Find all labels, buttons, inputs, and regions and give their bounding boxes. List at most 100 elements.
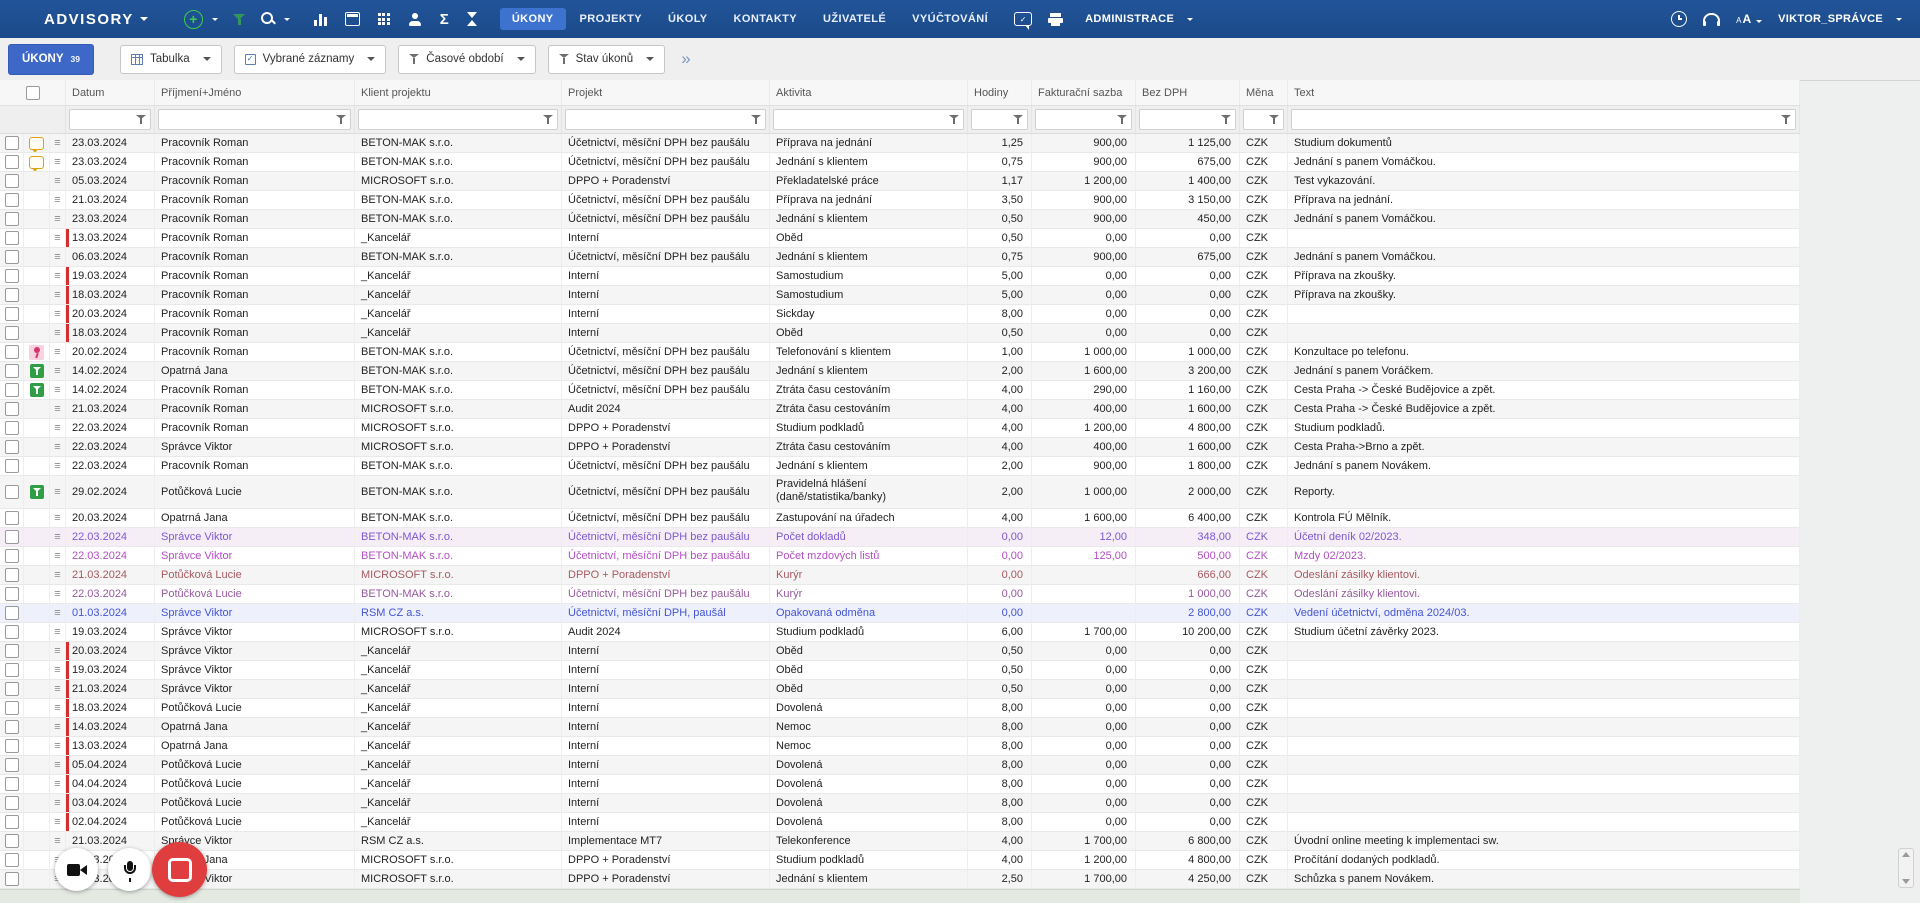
table-row[interactable]: ≡01.03.2024Správce ViktorRSM CZ a.s.Účet… bbox=[0, 604, 1800, 623]
row-checkbox[interactable] bbox=[5, 485, 19, 499]
table-row[interactable]: ≡20.03.2024Pracovník Roman_KancelářInter… bbox=[0, 305, 1800, 324]
row-checkbox[interactable] bbox=[5, 549, 19, 563]
row-menu-icon[interactable]: ≡ bbox=[50, 305, 66, 323]
row-checkbox[interactable] bbox=[5, 872, 19, 886]
row-checkbox[interactable] bbox=[5, 459, 19, 473]
row-checkbox[interactable] bbox=[5, 682, 19, 696]
filter-input-net[interactable] bbox=[1139, 109, 1236, 130]
row-checkbox[interactable] bbox=[5, 777, 19, 791]
row-checkbox[interactable] bbox=[5, 796, 19, 810]
row-checkbox[interactable] bbox=[5, 739, 19, 753]
row-checkbox[interactable] bbox=[5, 326, 19, 340]
row-checkbox[interactable] bbox=[5, 440, 19, 454]
table-row[interactable]: ≡20.03.2024Opatrná JanaMICROSOFT s.r.o.D… bbox=[0, 851, 1800, 870]
table-row[interactable]: ≡19.03.2024Správce Viktor_KancelářIntern… bbox=[0, 661, 1800, 680]
table-row[interactable]: ≡22.03.2024Pracovník RomanMICROSOFT s.r.… bbox=[0, 419, 1800, 438]
flag-icon[interactable] bbox=[30, 383, 44, 397]
sum-icon[interactable]: Σ bbox=[440, 12, 449, 27]
table-row[interactable]: ≡22.03.2024Potůčková LucieBETON-MAK s.r.… bbox=[0, 585, 1800, 604]
row-menu-icon[interactable]: ≡ bbox=[50, 699, 66, 717]
stop-recording-button[interactable] bbox=[152, 842, 207, 897]
row-menu-icon[interactable]: ≡ bbox=[50, 528, 66, 546]
row-menu-icon[interactable]: ≡ bbox=[50, 134, 66, 152]
table-row[interactable]: ≡23.03.2024Pracovník RomanBETON-MAK s.r.… bbox=[0, 134, 1800, 153]
table-row[interactable]: ≡18.03.2024Pracovník Roman_KancelářInter… bbox=[0, 324, 1800, 343]
row-checkbox[interactable] bbox=[5, 853, 19, 867]
row-checkbox[interactable] bbox=[5, 364, 19, 378]
row-checkbox[interactable] bbox=[5, 701, 19, 715]
row-menu-icon[interactable]: ≡ bbox=[50, 191, 66, 209]
table-row[interactable]: ≡22.03.2024Pracovník RomanBETON-MAK s.r.… bbox=[0, 457, 1800, 476]
column-header-text[interactable]: Text bbox=[1288, 80, 1800, 105]
table-row[interactable]: ≡21.03.2024Pracovník RomanBETON-MAK s.r.… bbox=[0, 191, 1800, 210]
pin-icon[interactable] bbox=[29, 345, 44, 360]
row-checkbox[interactable] bbox=[5, 421, 19, 435]
nav-item-projekty[interactable]: PROJEKTY bbox=[568, 8, 655, 30]
row-checkbox[interactable] bbox=[5, 587, 19, 601]
table-row[interactable]: ≡21.03.2024Správce ViktorRSM CZ a.s.Impl… bbox=[0, 832, 1800, 851]
row-menu-icon[interactable]: ≡ bbox=[50, 794, 66, 812]
row-menu-icon[interactable]: ≡ bbox=[50, 813, 66, 831]
table-row[interactable]: ≡14.03.2024Opatrná Jana_KancelářInterníN… bbox=[0, 718, 1800, 737]
quick-filter-icon[interactable] bbox=[233, 13, 246, 26]
row-menu-icon[interactable]: ≡ bbox=[50, 604, 66, 622]
vybran-z-znamy-button[interactable]: ✓Vybrané záznamy bbox=[234, 45, 387, 74]
row-checkbox[interactable] bbox=[5, 402, 19, 416]
table-row[interactable]: ≡21.03.2024Potůčková LucieMICROSOFT s.r.… bbox=[0, 566, 1800, 585]
row-menu-icon[interactable]: ≡ bbox=[50, 172, 66, 190]
table-row[interactable]: ≡18.03.2024Pracovník Roman_KancelářInter… bbox=[0, 286, 1800, 305]
row-menu-icon[interactable]: ≡ bbox=[50, 756, 66, 774]
table-row[interactable]: ≡05.03.2024Pracovník RomanMICROSOFT s.r.… bbox=[0, 172, 1800, 191]
row-checkbox[interactable] bbox=[5, 834, 19, 848]
row-checkbox[interactable] bbox=[5, 758, 19, 772]
row-checkbox[interactable] bbox=[5, 288, 19, 302]
table-row[interactable]: ≡02.04.2024Potůčková Lucie_KancelářInter… bbox=[0, 813, 1800, 832]
table-row[interactable]: ≡22.03.2024Správce ViktorBETON-MAK s.r.o… bbox=[0, 528, 1800, 547]
row-checkbox[interactable] bbox=[5, 815, 19, 829]
table-row[interactable]: ≡05.04.2024Potůčková Lucie_KancelářInter… bbox=[0, 756, 1800, 775]
row-menu-icon[interactable]: ≡ bbox=[50, 642, 66, 660]
table-row[interactable]: ≡13.03.2024Opatrná Jana_KancelářInterníN… bbox=[0, 737, 1800, 756]
ukony-view-button[interactable]: ÚKONY 39 bbox=[8, 44, 94, 75]
table-row[interactable]: ≡14.02.2024Pracovník RomanBETON-MAK s.r.… bbox=[0, 381, 1800, 400]
row-menu-icon[interactable]: ≡ bbox=[50, 547, 66, 565]
select-all-checkbox[interactable] bbox=[26, 86, 40, 100]
filter-input-activity[interactable] bbox=[773, 109, 964, 130]
row-checkbox[interactable] bbox=[5, 568, 19, 582]
row-checkbox[interactable] bbox=[5, 345, 19, 359]
filter-input-project[interactable] bbox=[565, 109, 766, 130]
table-row[interactable]: ≡22.03.2024Správce ViktorMICROSOFT s.r.o… bbox=[0, 438, 1800, 457]
table-row[interactable]: ≡19.03.2024Pracovník Roman_KancelářInter… bbox=[0, 267, 1800, 286]
row-checkbox[interactable] bbox=[5, 155, 19, 169]
row-checkbox[interactable] bbox=[5, 383, 19, 397]
row-menu-icon[interactable]: ≡ bbox=[50, 400, 66, 418]
row-menu-icon[interactable]: ≡ bbox=[50, 737, 66, 755]
filter-input-client[interactable] bbox=[358, 109, 558, 130]
search-button[interactable] bbox=[261, 12, 290, 26]
row-menu-icon[interactable]: ≡ bbox=[50, 343, 66, 361]
row-menu-icon[interactable]: ≡ bbox=[50, 509, 66, 527]
column-header-date[interactable]: Datum bbox=[66, 80, 155, 105]
row-menu-icon[interactable]: ≡ bbox=[50, 153, 66, 171]
row-menu-icon[interactable]: ≡ bbox=[50, 267, 66, 285]
row-checkbox[interactable] bbox=[5, 136, 19, 150]
table-row[interactable]: ≡29.02.2024Potůčková LucieBETON-MAK s.r.… bbox=[0, 476, 1800, 509]
font-size-switcher[interactable]: A A bbox=[1736, 12, 1762, 26]
microphone-button[interactable] bbox=[108, 848, 151, 891]
row-checkbox[interactable] bbox=[5, 511, 19, 525]
row-checkbox[interactable] bbox=[5, 625, 19, 639]
nav-item-vy-tov-n-[interactable]: VYÚČTOVÁNÍ bbox=[900, 8, 1000, 30]
contacts-icon[interactable] bbox=[408, 13, 422, 26]
column-header-name[interactable]: Příjmení+Jméno bbox=[155, 80, 355, 105]
row-menu-icon[interactable]: ≡ bbox=[50, 566, 66, 584]
row-menu-icon[interactable]: ≡ bbox=[50, 775, 66, 793]
column-header-cur[interactable]: Měna bbox=[1240, 80, 1288, 105]
column-header-net[interactable]: Bez DPH bbox=[1136, 80, 1240, 105]
scroll-widget[interactable] bbox=[1898, 848, 1914, 888]
row-checkbox[interactable] bbox=[5, 269, 19, 283]
nav-item-administrace[interactable]: ADMINISTRACE bbox=[1085, 13, 1193, 25]
more-filters-button[interactable]: » bbox=[681, 49, 688, 69]
table-row[interactable]: ≡20.03.2024Správce Viktor_KancelářIntern… bbox=[0, 642, 1800, 661]
table-row[interactable]: ≡20.02.2024Pracovník RomanBETON-MAK s.r.… bbox=[0, 343, 1800, 362]
table-row[interactable]: ≡04.04.2024Potůčková Lucie_KancelářInter… bbox=[0, 775, 1800, 794]
